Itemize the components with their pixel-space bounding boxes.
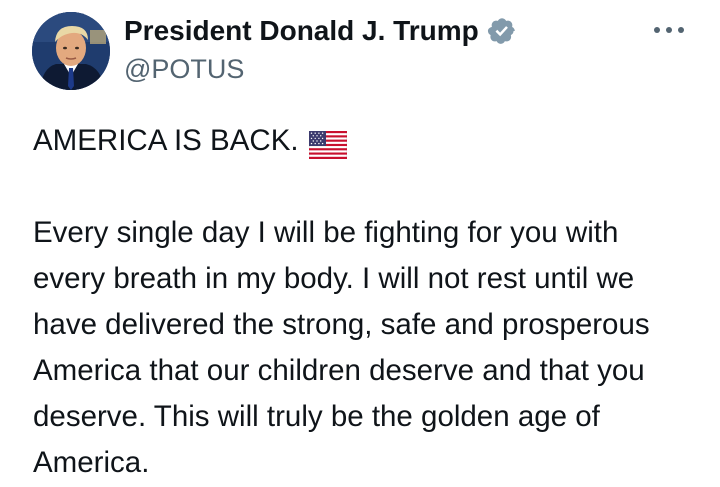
more-dot <box>666 27 672 33</box>
tweet-body: Every single day I will be fighting for … <box>33 216 650 479</box>
tweet-headline-row: AMERICA IS BACK. <box>33 118 698 164</box>
us-flag-icon <box>308 127 347 160</box>
author-info: President Donald J. Trump @POTUS <box>124 14 517 85</box>
avatar[interactable] <box>32 12 110 90</box>
more-options-icon[interactable] <box>654 22 684 38</box>
name-row: President Donald J. Trump <box>124 14 517 48</box>
tweet-text: AMERICA IS BACK. Every single day I will… <box>33 118 698 486</box>
tweet-card: President Donald J. Trump @POTUS AMERICA… <box>0 0 720 487</box>
more-dot <box>654 27 660 33</box>
verified-badge-icon[interactable] <box>487 16 517 46</box>
author-handle[interactable]: @POTUS <box>124 54 517 85</box>
avatar-photo <box>32 12 110 90</box>
display-name[interactable]: President Donald J. Trump <box>124 15 479 47</box>
more-dot <box>678 27 684 33</box>
tweet-headline: AMERICA IS BACK. <box>33 124 299 157</box>
